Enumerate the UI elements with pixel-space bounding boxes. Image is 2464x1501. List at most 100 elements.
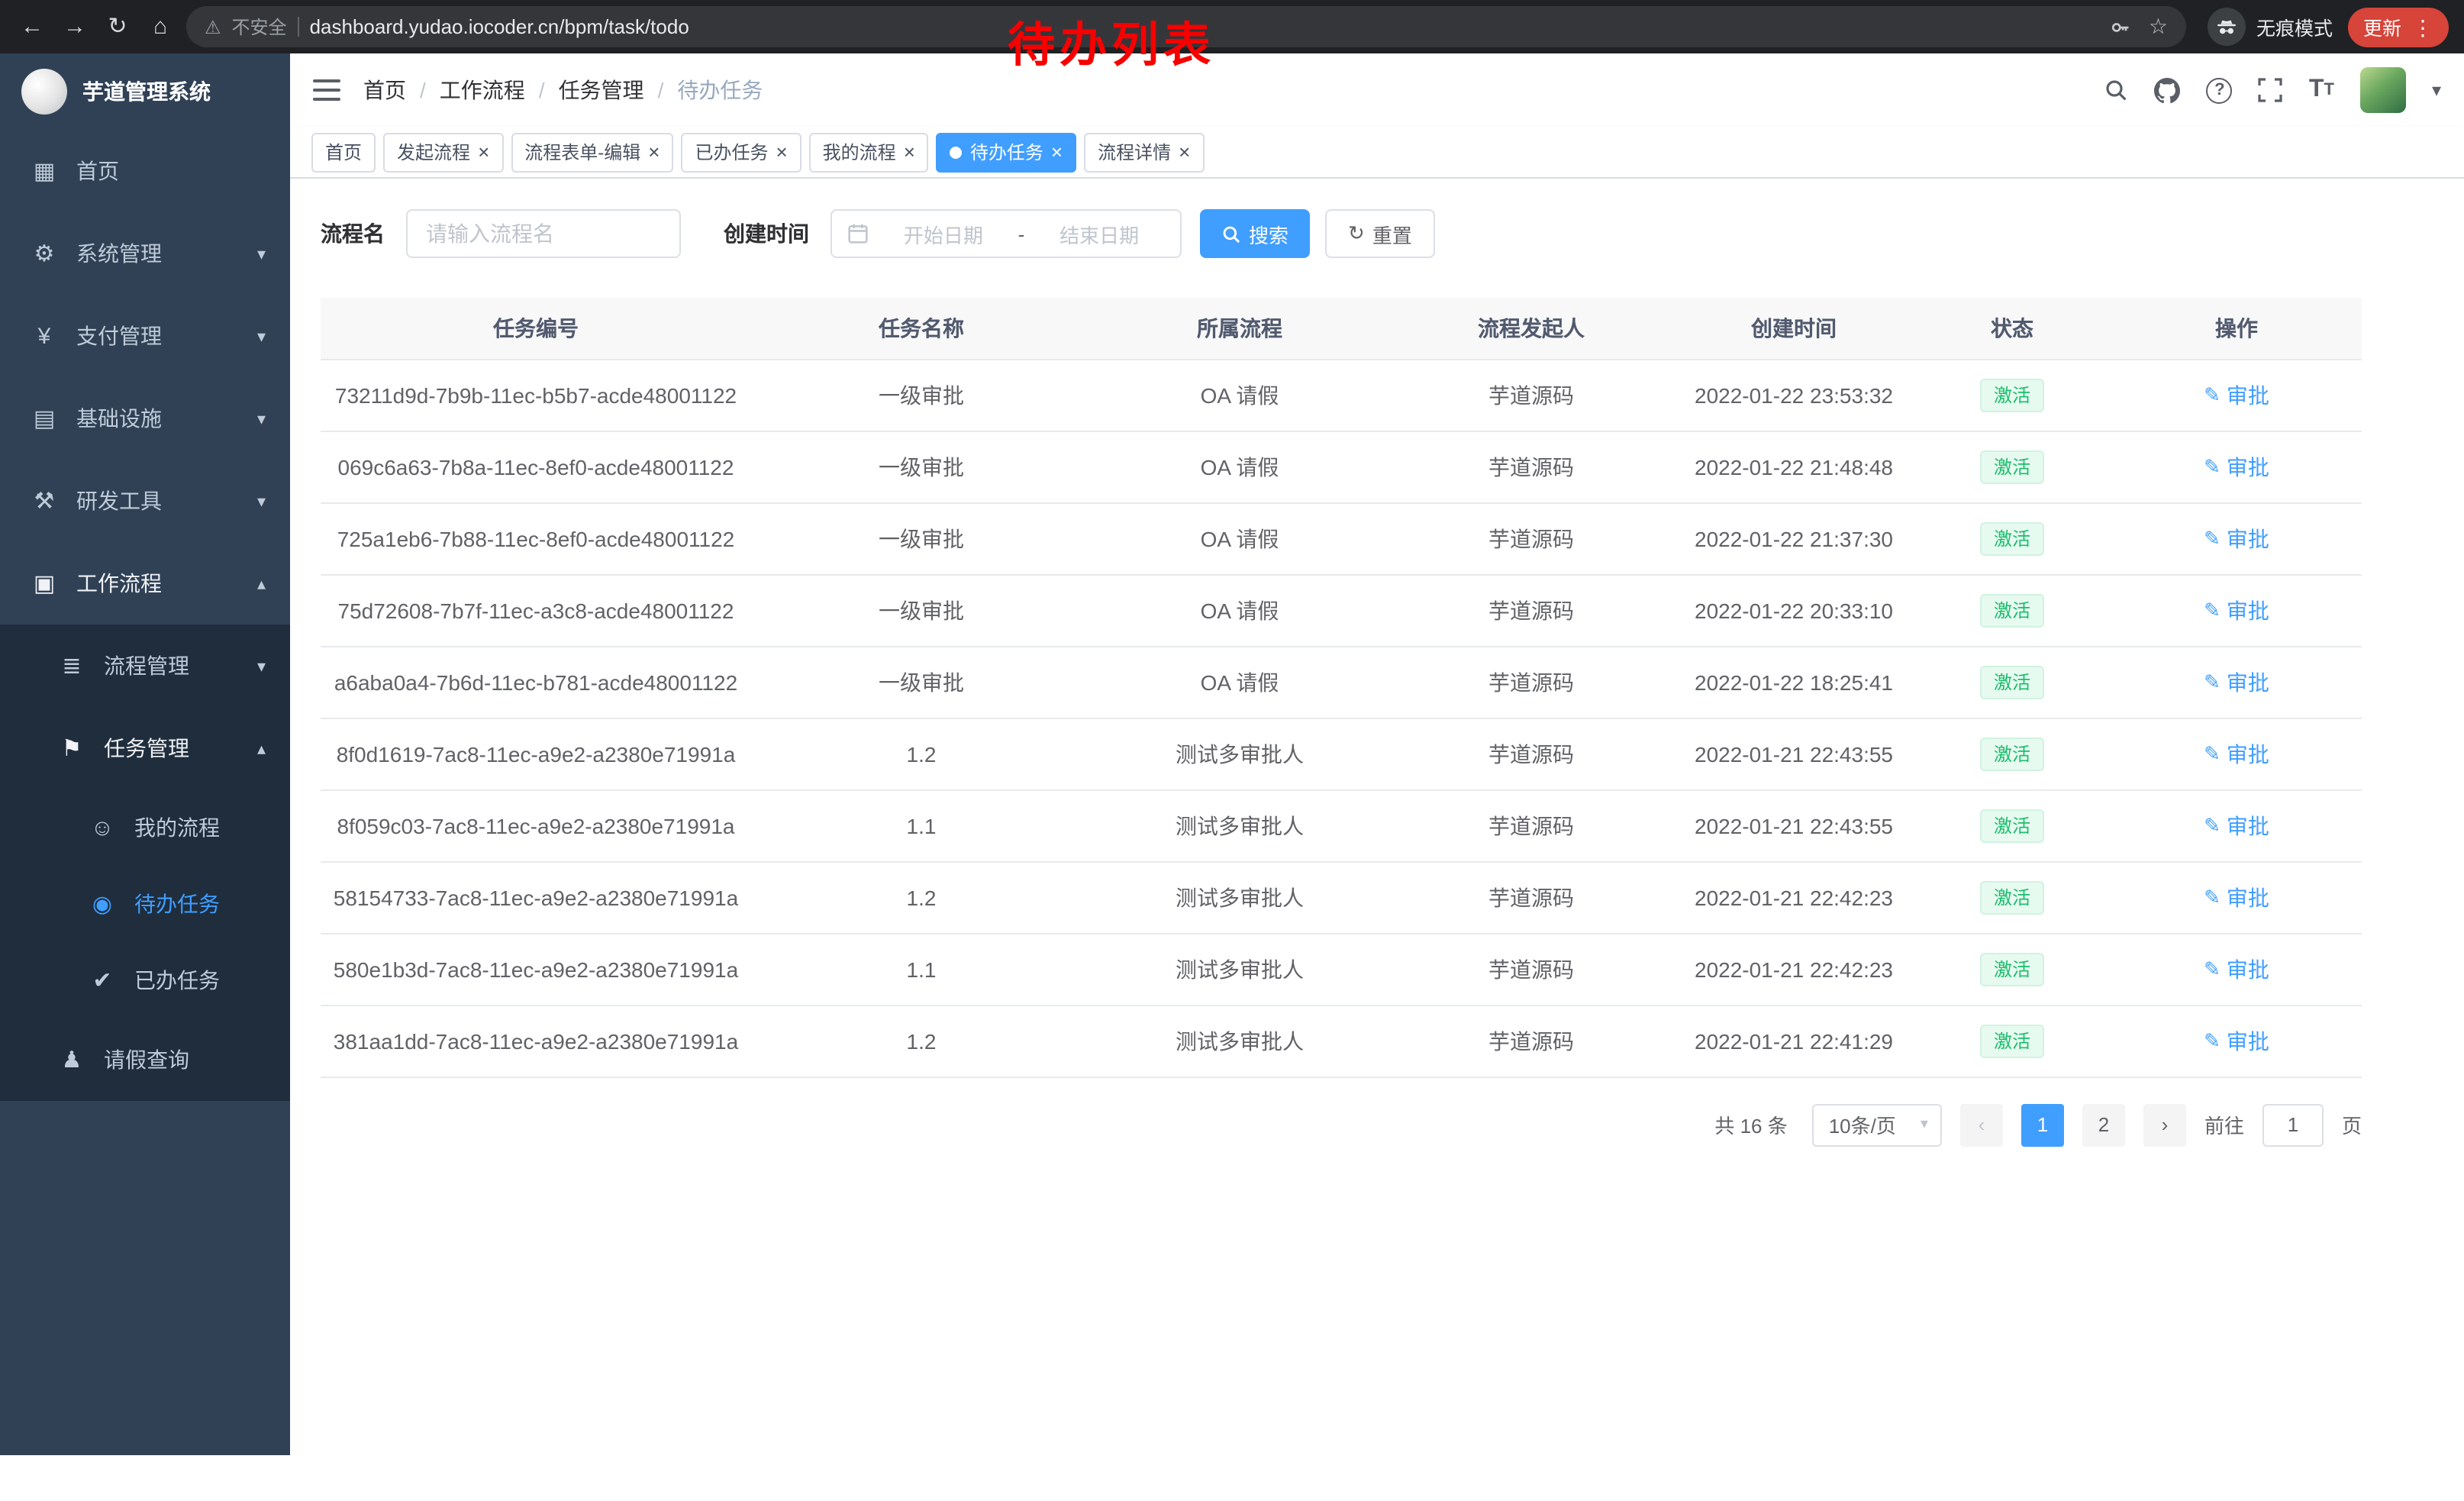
reload-icon[interactable]: ↻ — [101, 15, 134, 38]
sidebar-item-todo-tasks[interactable]: ◉ 待办任务 — [0, 866, 290, 942]
sidebar-item-label: 任务管理 — [104, 733, 189, 763]
people-icon: ☺ — [89, 815, 116, 841]
goto-page-input[interactable] — [2262, 1103, 2324, 1146]
approve-link[interactable]: ✎审批 — [2204, 451, 2269, 482]
sidebar-item-label: 支付管理 — [76, 321, 162, 351]
help-icon[interactable]: ? — [2207, 77, 2233, 103]
bookmark-star-icon[interactable]: ☆ — [2149, 14, 2168, 40]
sidebar-item-done-tasks[interactable]: ✔ 已办任务 — [0, 942, 290, 1018]
status-badge: 激活 — [1980, 1024, 2044, 1057]
github-icon[interactable] — [2155, 77, 2181, 103]
sidebar-item-dev-tools[interactable]: ⚒ 研发工具 ▾ — [0, 460, 290, 542]
approve-link[interactable]: ✎审批 — [2204, 882, 2269, 912]
sidebar-item-system-mgmt[interactable]: ⚙ 系统管理 ▾ — [0, 212, 290, 295]
password-key-icon[interactable] — [2111, 16, 2132, 37]
sidebar-item-label: 研发工具 — [76, 486, 162, 516]
cell-initiator: 芋道源码 — [1388, 502, 1675, 574]
goto-suffix: 页 — [2342, 1110, 2362, 1139]
cell-initiator: 芋道源码 — [1388, 789, 1675, 861]
font-size-icon[interactable]: TT — [2309, 76, 2334, 104]
sidebar-item-workflow[interactable]: ▣ 工作流程 ▴ — [0, 542, 290, 625]
close-icon[interactable]: × — [648, 142, 660, 162]
prev-page-button[interactable]: ‹ — [1960, 1103, 2003, 1146]
approve-label: 审批 — [2227, 810, 2269, 841]
tab-done-tasks[interactable]: 已办任务 × — [681, 132, 801, 172]
cell-status: 激活 — [1913, 718, 2111, 789]
breadcrumb-workflow[interactable]: 工作流程 — [440, 75, 525, 105]
cell-action: ✎审批 — [2111, 646, 2362, 718]
approve-link[interactable]: ✎审批 — [2204, 595, 2269, 625]
close-icon[interactable]: × — [1051, 142, 1063, 162]
sidebar-item-home[interactable]: ▦ 首页 — [0, 130, 290, 212]
cell-task-id: 75d72608-7b7f-11ec-a3c8-acde48001122 — [321, 574, 751, 646]
forward-icon[interactable]: → — [58, 15, 92, 38]
page-size-select[interactable]: 10条/页 ▾ — [1812, 1103, 1942, 1146]
close-icon[interactable]: × — [1179, 142, 1190, 162]
tab-todo-tasks[interactable]: 待办任务 × — [937, 132, 1076, 172]
sidebar-item-label: 待办任务 — [134, 889, 220, 919]
next-page-button[interactable]: › — [2143, 1103, 2186, 1146]
breadcrumb-home[interactable]: 首页 — [363, 75, 406, 105]
tools-icon: ⚒ — [31, 487, 58, 515]
browser-menu-icon[interactable]: ⋮ — [2412, 16, 2433, 37]
back-icon[interactable]: ← — [15, 15, 49, 38]
process-name-input[interactable] — [406, 209, 681, 258]
page-2-button[interactable]: 2 — [2082, 1103, 2125, 1146]
hamburger-icon[interactable] — [313, 79, 340, 101]
date-range-picker[interactable]: 开始日期 - 结束日期 — [830, 209, 1182, 258]
close-icon[interactable]: × — [776, 142, 787, 162]
approve-link[interactable]: ✎审批 — [2204, 667, 2269, 697]
search-icon[interactable] — [2104, 78, 2129, 102]
sidebar-item-leave-query[interactable]: ♟ 请假查询 — [0, 1018, 290, 1101]
fullscreen-icon[interactable] — [2259, 78, 2283, 102]
cell-initiator: 芋道源码 — [1388, 933, 1675, 1005]
breadcrumb-separator: / — [420, 78, 426, 102]
reset-button[interactable]: ↻ 重置 — [1325, 209, 1435, 258]
approve-link[interactable]: ✎审批 — [2204, 738, 2269, 769]
cell-task-name: 1.2 — [751, 861, 1092, 933]
close-icon[interactable]: × — [478, 142, 489, 162]
cell-task-name: 1.1 — [751, 933, 1092, 1005]
sidebar-item-my-process[interactable]: ☺ 我的流程 — [0, 789, 290, 866]
app-logo-row[interactable]: 芋道管理系统 — [0, 53, 290, 130]
update-button[interactable]: 更新 ⋮ — [2348, 7, 2449, 47]
caret-down-icon[interactable]: ▾ — [2432, 79, 2441, 101]
approve-link[interactable]: ✎审批 — [2204, 1025, 2269, 1056]
sidebar-item-task-mgmt[interactable]: ⚑ 任务管理 ▴ — [0, 707, 290, 789]
tab-form-edit[interactable]: 流程表单-编辑 × — [511, 132, 673, 172]
home-icon[interactable]: ⌂ — [144, 15, 177, 38]
cell-action: ✎审批 — [2111, 789, 2362, 861]
tab-my-process[interactable]: 我的流程 × — [809, 132, 929, 172]
cell-initiator: 芋道源码 — [1388, 861, 1675, 933]
col-create-time: 创建时间 — [1675, 298, 1913, 359]
tab-home[interactable]: 首页 — [311, 132, 376, 172]
user-avatar[interactable] — [2360, 67, 2406, 113]
sidebar-item-label: 基础设施 — [76, 403, 162, 434]
chevron-down-icon: ▾ — [257, 491, 266, 511]
tab-start-process[interactable]: 发起流程 × — [383, 132, 503, 172]
col-task-name: 任务名称 — [751, 298, 1092, 359]
status-badge: 激活 — [1980, 880, 2044, 914]
sidebar-item-process-mgmt[interactable]: ≣ 流程管理 ▾ — [0, 625, 290, 707]
cell-create-time: 2022-01-21 22:42:23 — [1675, 933, 1913, 1005]
approve-link[interactable]: ✎审批 — [2204, 810, 2269, 841]
page-1-button[interactable]: 1 — [2021, 1103, 2064, 1146]
approve-link[interactable]: ✎审批 — [2204, 954, 2269, 984]
tab-process-detail[interactable]: 流程详情 × — [1084, 132, 1204, 172]
approve-link[interactable]: ✎审批 — [2204, 379, 2269, 410]
edit-icon: ✎ — [2204, 598, 2221, 622]
close-icon[interactable]: × — [904, 142, 915, 162]
font-size-small: T — [2324, 81, 2333, 99]
workflow-icon: ▣ — [31, 570, 58, 597]
sidebar-item-infrastructure[interactable]: ▤ 基础设施 ▾ — [0, 377, 290, 460]
cell-task-id: 381aa1dd-7ac8-11ec-a9e2-a2380e71991a — [321, 1005, 751, 1077]
search-button[interactable]: 搜索 — [1200, 209, 1310, 258]
breadcrumb-task-mgmt[interactable]: 任务管理 — [559, 75, 644, 105]
tab-label: 流程详情 — [1098, 139, 1171, 165]
security-label[interactable]: 不安全 — [232, 14, 287, 40]
sidebar-item-payment-mgmt[interactable]: ¥ 支付管理 ▾ — [0, 295, 290, 377]
approve-link[interactable]: ✎审批 — [2204, 523, 2269, 554]
screen: ← → ↻ ⌂ ⚠ 不安全 dashboard.yudao.iocoder.cn… — [0, 0, 2464, 1501]
tab-label: 待办任务 — [970, 139, 1043, 165]
table-row: 8f0d1619-7ac8-11ec-a9e2-a2380e71991a 1.2… — [321, 718, 2362, 789]
